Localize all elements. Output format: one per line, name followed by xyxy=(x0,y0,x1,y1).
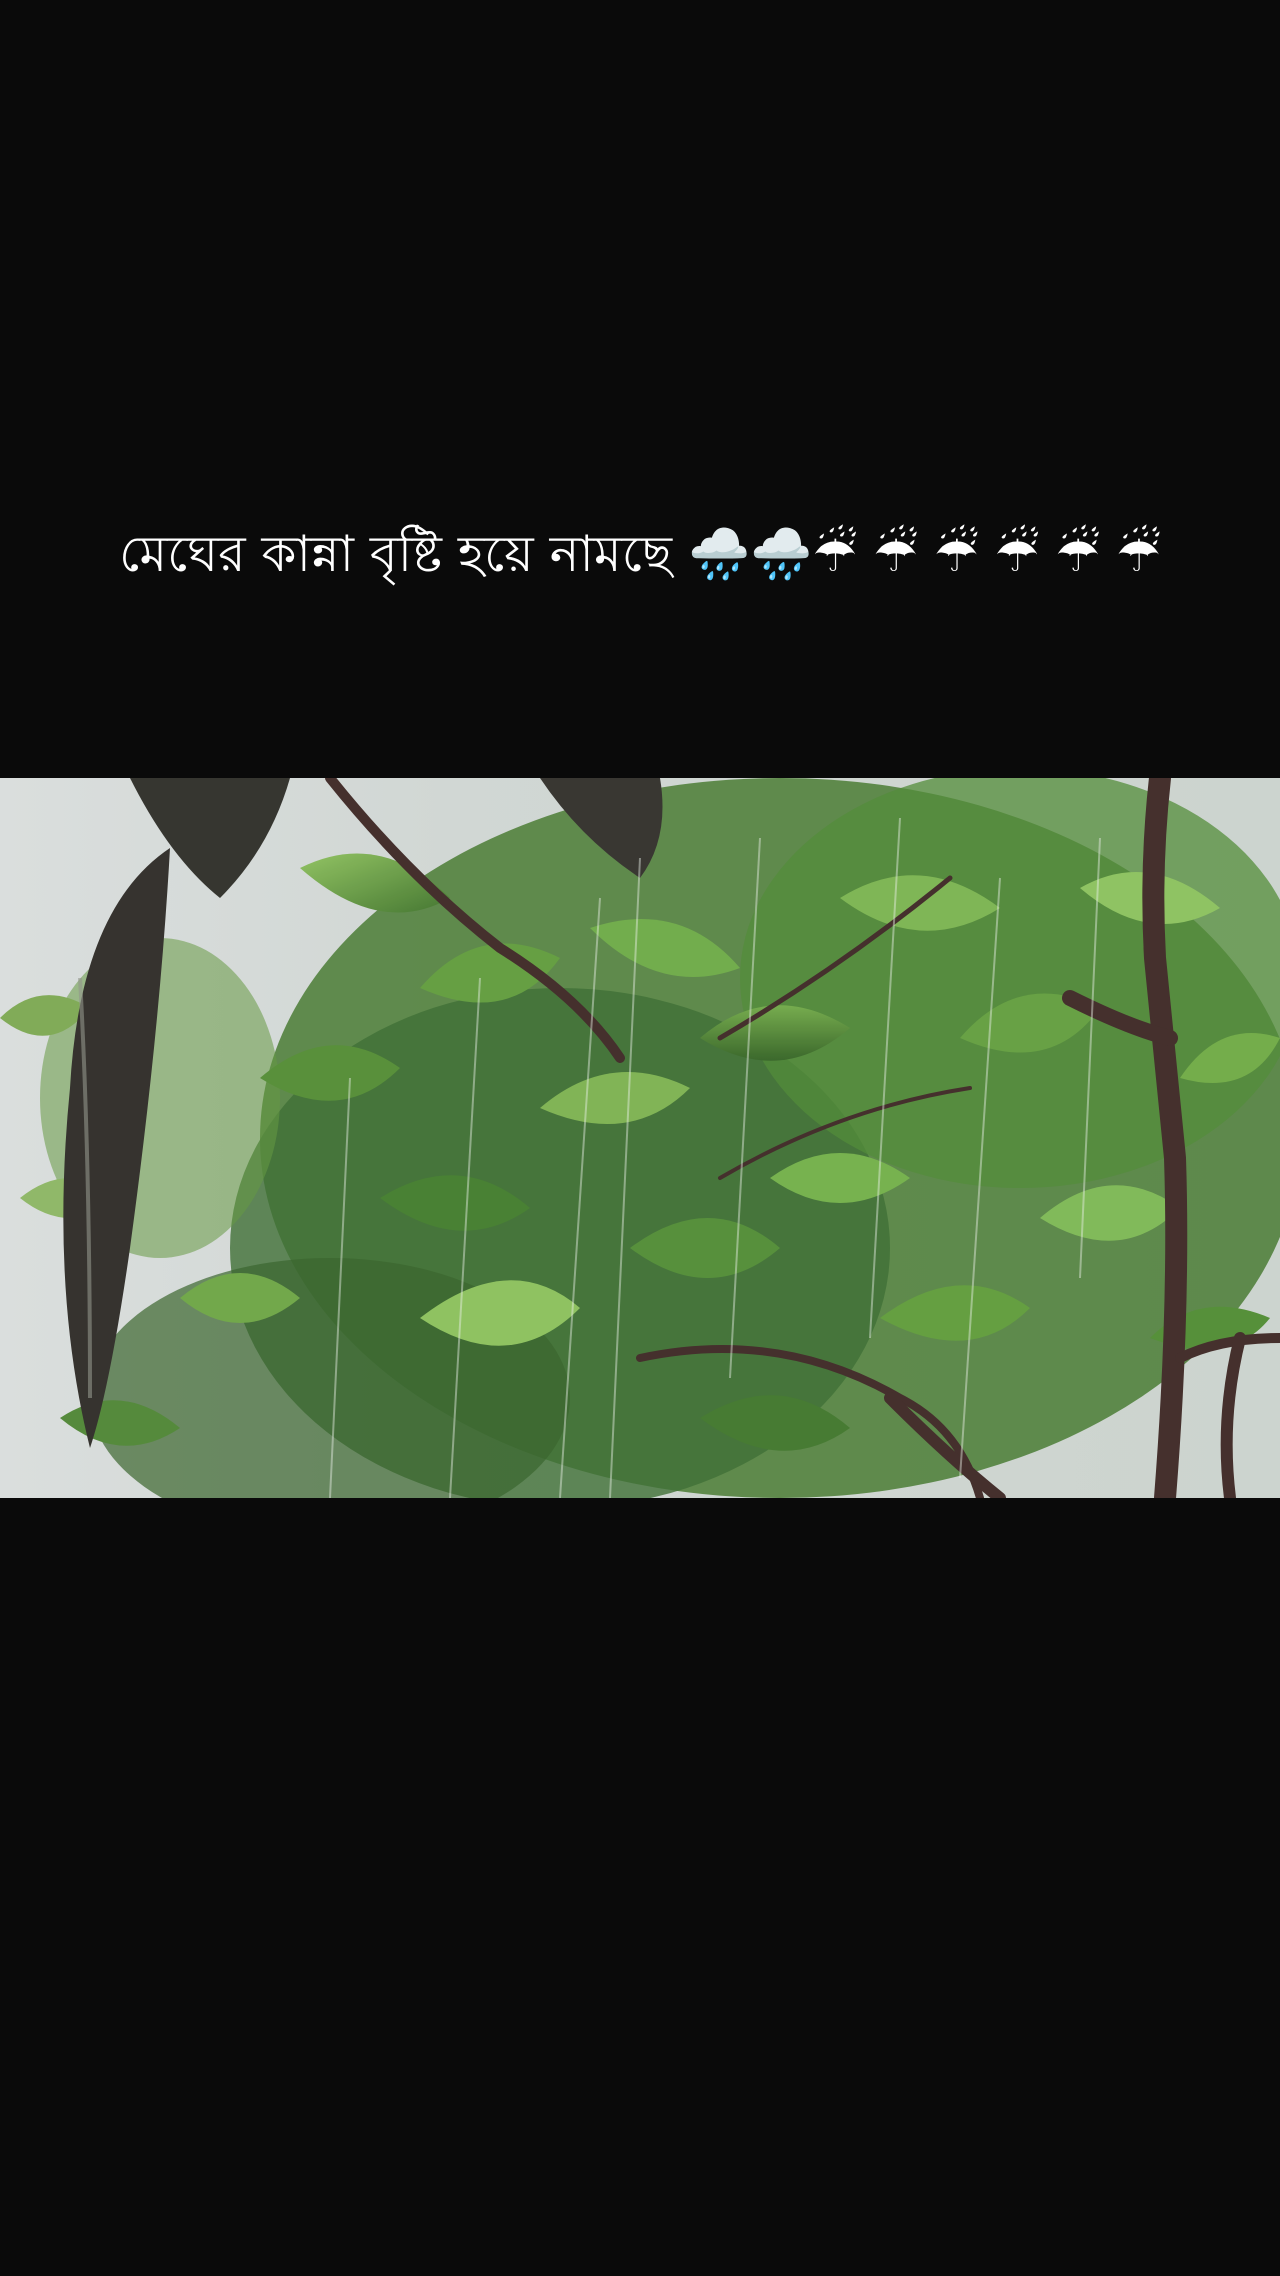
video-player[interactable] xyxy=(0,778,1280,1498)
rain-leaves-scene xyxy=(0,778,1280,1498)
video-caption: মেঘের কান্না বৃষ্টি হয়ে নামছে 🌧️🌧️☔ ☔ ☔… xyxy=(100,505,1180,603)
caption-text: মেঘের কান্না বৃষ্টি হয়ে নামছে xyxy=(119,525,673,583)
rain-umbrella-emoji-row: 🌧️🌧️☔ ☔ ☔ ☔ ☔ ☔ xyxy=(688,525,1161,583)
